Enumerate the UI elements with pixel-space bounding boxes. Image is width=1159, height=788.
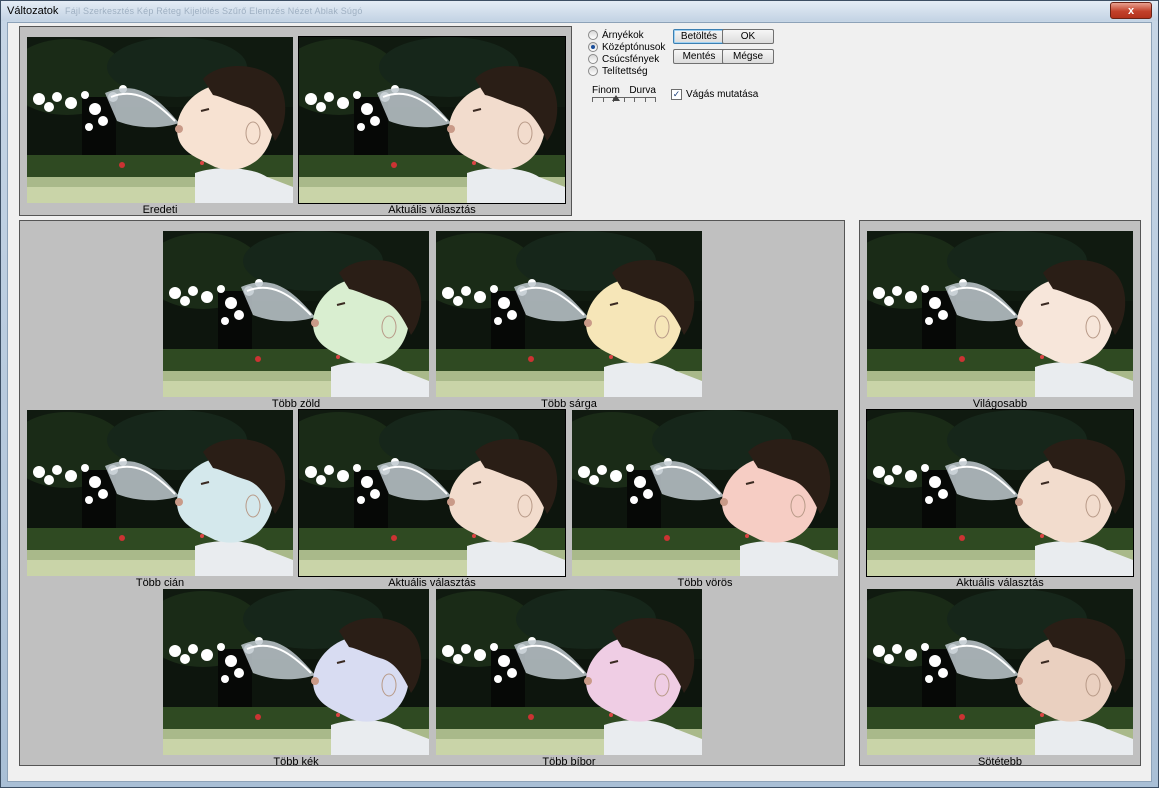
variation-image[interactable] xyxy=(436,589,702,755)
variation-caption: Aktuális választás xyxy=(388,577,476,589)
color-variations-panel: Több zöld Több sárga Több cián Aktuális … xyxy=(19,220,845,768)
window-title: Változatok xyxy=(7,5,59,17)
variation-image[interactable] xyxy=(27,410,293,576)
variation-more-cyan[interactable]: Több cián xyxy=(27,410,293,592)
variation-current: Aktuális választás xyxy=(298,409,566,592)
original-image xyxy=(27,37,293,203)
current-image xyxy=(298,36,566,204)
close-icon: x xyxy=(1127,4,1135,17)
radio-label: Csúcsfények xyxy=(602,53,660,65)
variation-darker[interactable]: Sötétebb xyxy=(867,589,1133,771)
variation-caption: Több bíbor xyxy=(542,756,596,768)
thumb-original: Eredeti xyxy=(27,37,293,219)
slider-tick xyxy=(634,98,635,102)
radio-indicator[interactable] xyxy=(588,54,598,64)
radio-indicator[interactable] xyxy=(588,66,598,76)
variation-image[interactable] xyxy=(867,589,1133,755)
radio-midtones[interactable]: Középtónusok xyxy=(588,41,665,53)
variations-dialog: Változatok Fájl Szerkesztés Kép Réteg Ki… xyxy=(0,0,1159,788)
slider-tick xyxy=(592,98,593,102)
background-menu-ghost: Fájl Szerkesztés Kép Réteg Kijelölés Szű… xyxy=(65,6,363,16)
slider-thumb[interactable] xyxy=(612,95,620,101)
radio-shadows[interactable]: Árnyékok xyxy=(588,29,665,41)
radio-label: Telítettség xyxy=(602,65,648,77)
slider-tick xyxy=(624,98,625,102)
save-button[interactable]: Mentés xyxy=(673,49,725,64)
variation-more-green[interactable]: Több zöld xyxy=(163,231,429,413)
slider-tick xyxy=(645,98,646,102)
current-caption: Aktuális választás xyxy=(388,204,476,216)
lightness-panel: Világosabb Aktuális választás Sötétebb xyxy=(859,220,1141,768)
checkbox-box[interactable]: ✓ xyxy=(671,89,682,100)
photo-thumbnail xyxy=(867,231,1133,397)
slider-tick xyxy=(603,98,604,102)
coarse-label: Durva xyxy=(629,85,656,96)
variation-image[interactable] xyxy=(163,231,429,397)
ok-button[interactable]: OK xyxy=(722,29,774,44)
variation-image[interactable] xyxy=(572,410,838,576)
photo-thumbnail xyxy=(572,410,838,576)
tone-radio-group: Árnyékok Középtónusok Csúcsfények Telíte… xyxy=(588,29,665,77)
dialog-body: Eredeti Aktuális választás Árnyékok Közé… xyxy=(7,22,1152,782)
variation-caption: Több cián xyxy=(135,577,185,589)
variation-caption: Aktuális választás xyxy=(956,577,1044,589)
photo-thumbnail xyxy=(436,589,702,755)
variation-image[interactable] xyxy=(436,231,702,397)
variation-more-blue[interactable]: Több kék xyxy=(163,589,429,771)
photo-thumbnail xyxy=(27,37,293,203)
variation-caption: Világosabb xyxy=(972,398,1028,410)
title-bar[interactable]: Változatok Fájl Szerkesztés Kép Réteg Ki… xyxy=(1,1,1158,21)
slider-tick xyxy=(655,98,656,102)
radio-saturation[interactable]: Telítettség xyxy=(588,65,665,77)
variation-image xyxy=(298,409,566,577)
variation-image[interactable] xyxy=(867,231,1133,397)
variation-caption: Több kék xyxy=(273,756,319,768)
variation-lightness-current: Aktuális választás xyxy=(866,409,1134,592)
photo-thumbnail xyxy=(436,231,702,397)
radio-label: Árnyékok xyxy=(602,29,644,41)
load-button[interactable]: Betöltés xyxy=(673,29,725,44)
variation-more-yellow[interactable]: Több sárga xyxy=(436,231,702,413)
cancel-button[interactable]: Mégse xyxy=(722,49,774,64)
photo-thumbnail xyxy=(163,231,429,397)
radio-indicator[interactable] xyxy=(588,42,598,52)
fine-coarse-slider-track[interactable] xyxy=(592,97,656,102)
variation-lighter[interactable]: Világosabb xyxy=(867,231,1133,413)
variation-more-red[interactable]: Több vörös xyxy=(572,410,838,592)
radio-highlights[interactable]: Csúcsfények xyxy=(588,53,665,65)
original-caption: Eredeti xyxy=(142,204,178,216)
close-button[interactable]: x xyxy=(1110,2,1152,19)
thumb-current: Aktuális választás xyxy=(298,36,566,219)
slider-labels: Finom Durva xyxy=(592,85,656,96)
photo-thumbnail xyxy=(299,37,565,203)
variation-caption: Sötétebb xyxy=(977,756,1023,768)
radio-indicator[interactable] xyxy=(588,30,598,40)
photo-thumbnail xyxy=(163,589,429,755)
variation-caption: Több sárga xyxy=(541,398,597,410)
radio-label: Középtónusok xyxy=(602,41,666,53)
photo-thumbnail xyxy=(867,410,1133,576)
show-clipping-label: Vágás mutatása xyxy=(686,89,759,100)
photo-thumbnail xyxy=(27,410,293,576)
variation-more-magenta[interactable]: Több bíbor xyxy=(436,589,702,771)
variation-image[interactable] xyxy=(163,589,429,755)
photo-thumbnail xyxy=(299,410,565,576)
variation-caption: Több vörös xyxy=(677,577,733,589)
variation-image xyxy=(866,409,1134,577)
preview-panel: Eredeti Aktuális választás xyxy=(19,26,572,216)
photo-thumbnail xyxy=(867,589,1133,755)
show-clipping-checkbox[interactable]: ✓ Vágás mutatása xyxy=(671,89,758,100)
variation-caption: Több zöld xyxy=(271,398,321,410)
